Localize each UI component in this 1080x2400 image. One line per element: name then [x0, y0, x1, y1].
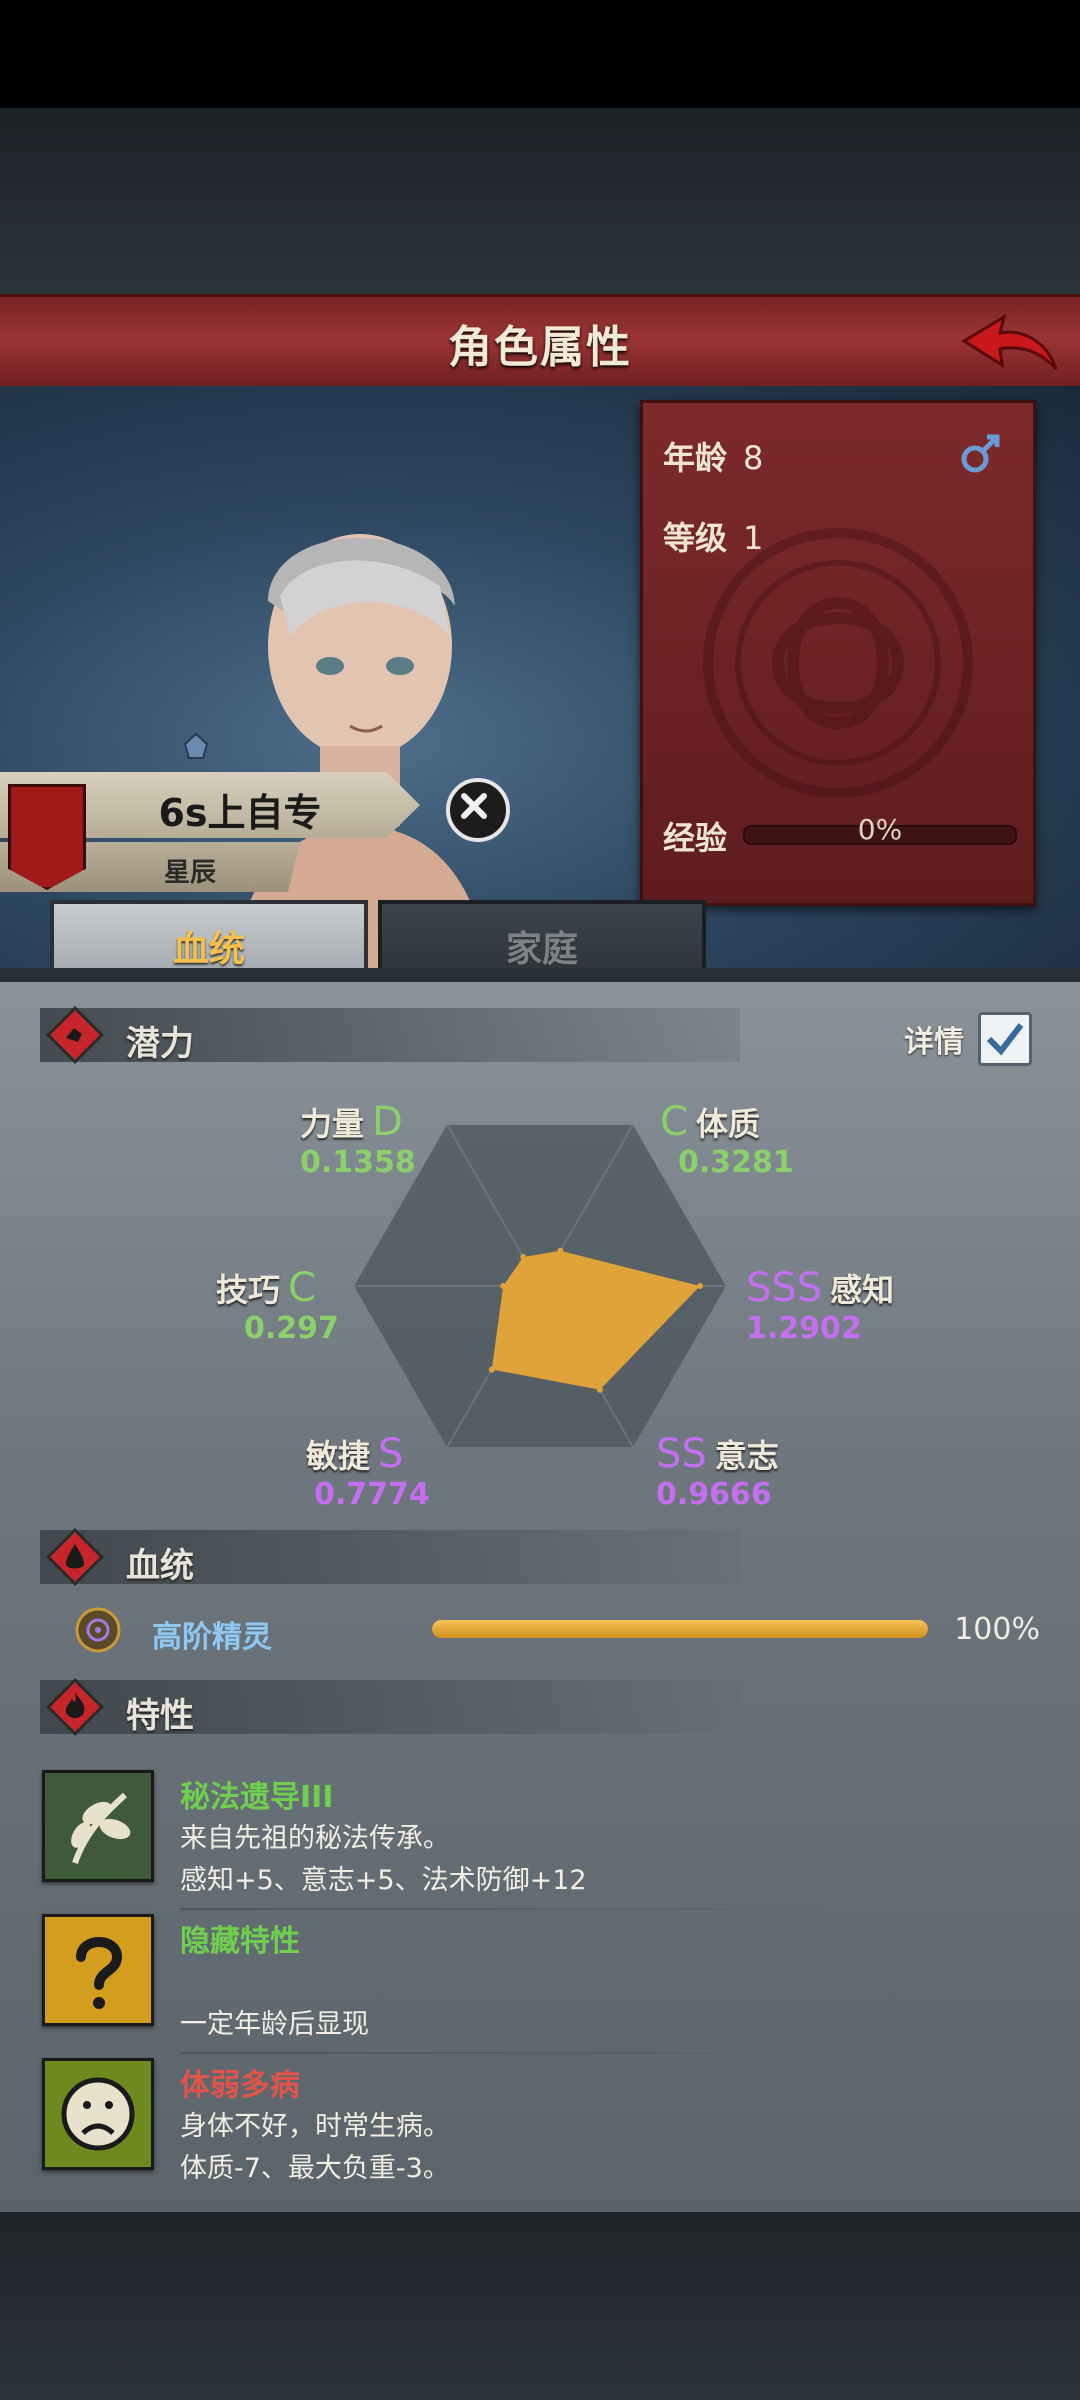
- attr-perception: SSS 感知 1.2902: [746, 1268, 894, 1344]
- tab-underline: [0, 968, 1080, 982]
- trait-item-sickly[interactable]: 体弱多病 身体不好，时常生病。 体质-7、最大负重-3。: [42, 2058, 1042, 2190]
- attr-constitution-value: 0.3281: [678, 1145, 794, 1180]
- character-subtitle: 星辰: [163, 858, 216, 888]
- question-mark-icon: [42, 1914, 154, 2026]
- stats-panel: 年龄 8 等级 1 经验 0%: [640, 400, 1036, 906]
- tab-lineage-label: 血统: [172, 929, 245, 970]
- leaf-branch-icon: [42, 1770, 154, 1882]
- exp-label: 经验: [663, 819, 728, 857]
- elf-lineage-icon: [75, 1607, 121, 1653]
- back-arrow-icon: [961, 313, 1058, 370]
- age-row: 年龄 8: [663, 433, 763, 479]
- attr-perception-name: 感知: [830, 1271, 895, 1309]
- lineage-label: 血统: [126, 1546, 194, 1586]
- character-name: 6s上自专: [158, 791, 322, 835]
- attr-perception-value: 1.2902: [746, 1311, 862, 1346]
- radar-point-0: [520, 1254, 527, 1261]
- flame-icon: [46, 1678, 104, 1736]
- sad-face-icon: [42, 2058, 154, 2170]
- lineage-bar-fill: [432, 1620, 928, 1638]
- trait-item-arcane[interactable]: 秘法遗导III 来自先祖的秘法传承。 感知+5、意志+5、法术防御+12: [42, 1770, 1042, 1910]
- trait-desc-line2: 一定年龄后显现: [180, 2009, 369, 2040]
- attr-skill-grade: C: [288, 1265, 316, 1311]
- attr-agility-value: 0.7774: [314, 1477, 430, 1512]
- attr-skill-value: 0.297: [244, 1311, 339, 1346]
- lineage-header: 血统: [40, 1528, 740, 1586]
- bottom-bar: [0, 2212, 1080, 2400]
- potential-header: 潜力: [40, 1006, 740, 1064]
- age-label: 年龄: [663, 439, 728, 477]
- trait-divider: [180, 2052, 842, 2054]
- male-symbol-icon: [961, 434, 1000, 473]
- traits-header: 特性: [40, 1678, 740, 1736]
- potential-label: 潜力: [126, 1024, 194, 1064]
- trait-desc-line2: 体质-7、最大负重-3。: [180, 2153, 450, 2184]
- potential-fist-icon: [46, 1006, 104, 1064]
- attr-agility-grade: S: [378, 1431, 404, 1477]
- attr-skill-name: 技巧: [216, 1271, 281, 1309]
- trait-name: 体弱多病: [180, 2068, 300, 2103]
- lineage-row: 高阶精灵 100%: [70, 1600, 1040, 1660]
- trait-desc-line2: 感知+5、意志+5、法术防御+12: [180, 1865, 587, 1896]
- faction-crest-icon: [8, 784, 86, 890]
- attr-skill: 技巧 C 0.297: [216, 1268, 339, 1344]
- trait-item-hidden[interactable]: 隐藏特性 一定年龄后显现: [42, 1914, 1042, 2054]
- attr-strength-grade: D: [372, 1099, 403, 1145]
- lineage-bar: [432, 1620, 928, 1638]
- back-button[interactable]: [960, 299, 1060, 385]
- attr-constitution-grade: C: [660, 1099, 688, 1145]
- blood-drop-icon: [46, 1528, 104, 1586]
- trait-divider: [180, 1908, 842, 1910]
- attr-willpower-value: 0.9666: [656, 1477, 772, 1512]
- attr-agility-name: 敏捷: [306, 1437, 371, 1475]
- exp-bar: 0%: [743, 813, 1017, 846]
- attr-perception-grade: SSS: [746, 1265, 823, 1311]
- status-bar: [0, 0, 1080, 108]
- page-title: 角色属性: [448, 322, 632, 373]
- trait-name: 秘法遗导III: [180, 1780, 334, 1815]
- attr-willpower-grade: SS: [656, 1431, 707, 1477]
- exp-value: 0%: [857, 813, 903, 846]
- attr-agility: 敏捷 S 0.7774: [306, 1434, 430, 1510]
- upper-backdrop: [0, 108, 1080, 296]
- attr-strength-name: 力量: [300, 1105, 365, 1143]
- details-checkbox[interactable]: [978, 1012, 1032, 1066]
- trait-desc-line1: 身体不好，时常生病。: [180, 2111, 450, 2142]
- radar-point-4: [488, 1366, 495, 1373]
- age-value: 8: [743, 439, 764, 477]
- checkmark-icon: [986, 1023, 1024, 1056]
- title-header: 角色属性: [0, 294, 1080, 393]
- traits-label: 特性: [126, 1696, 194, 1736]
- details-toggle[interactable]: 详情: [904, 1012, 1032, 1066]
- attr-strength-value: 0.1358: [300, 1145, 416, 1180]
- attr-strength: 力量 D 0.1358: [300, 1102, 416, 1178]
- attr-willpower: SS 意志 0.9666: [656, 1434, 779, 1510]
- attr-constitution: C 体质 0.3281: [652, 1102, 794, 1178]
- potential-radar-chart: [354, 1124, 726, 1448]
- trait-name: 隐藏特性: [180, 1924, 300, 1959]
- details-label: 详情: [904, 1025, 964, 1060]
- lineage-percent: 100%: [954, 1612, 1040, 1647]
- close-button[interactable]: [446, 778, 510, 842]
- tab-family-label: 家庭: [505, 929, 578, 970]
- attr-willpower-name: 意志: [714, 1437, 779, 1475]
- exp-row: 经验: [663, 813, 727, 859]
- lineage-name: 高阶精灵: [152, 1620, 272, 1655]
- radar-point-1: [557, 1247, 564, 1254]
- radar-point-5: [500, 1283, 507, 1289]
- attr-constitution-name: 体质: [695, 1105, 760, 1143]
- close-icon: [461, 793, 487, 819]
- radar-point-2: [696, 1283, 703, 1289]
- radar-point-3: [596, 1386, 603, 1393]
- trait-desc-line1: 来自先祖的秘法传承。: [180, 1823, 450, 1854]
- celtic-knot-emblem: [703, 528, 973, 798]
